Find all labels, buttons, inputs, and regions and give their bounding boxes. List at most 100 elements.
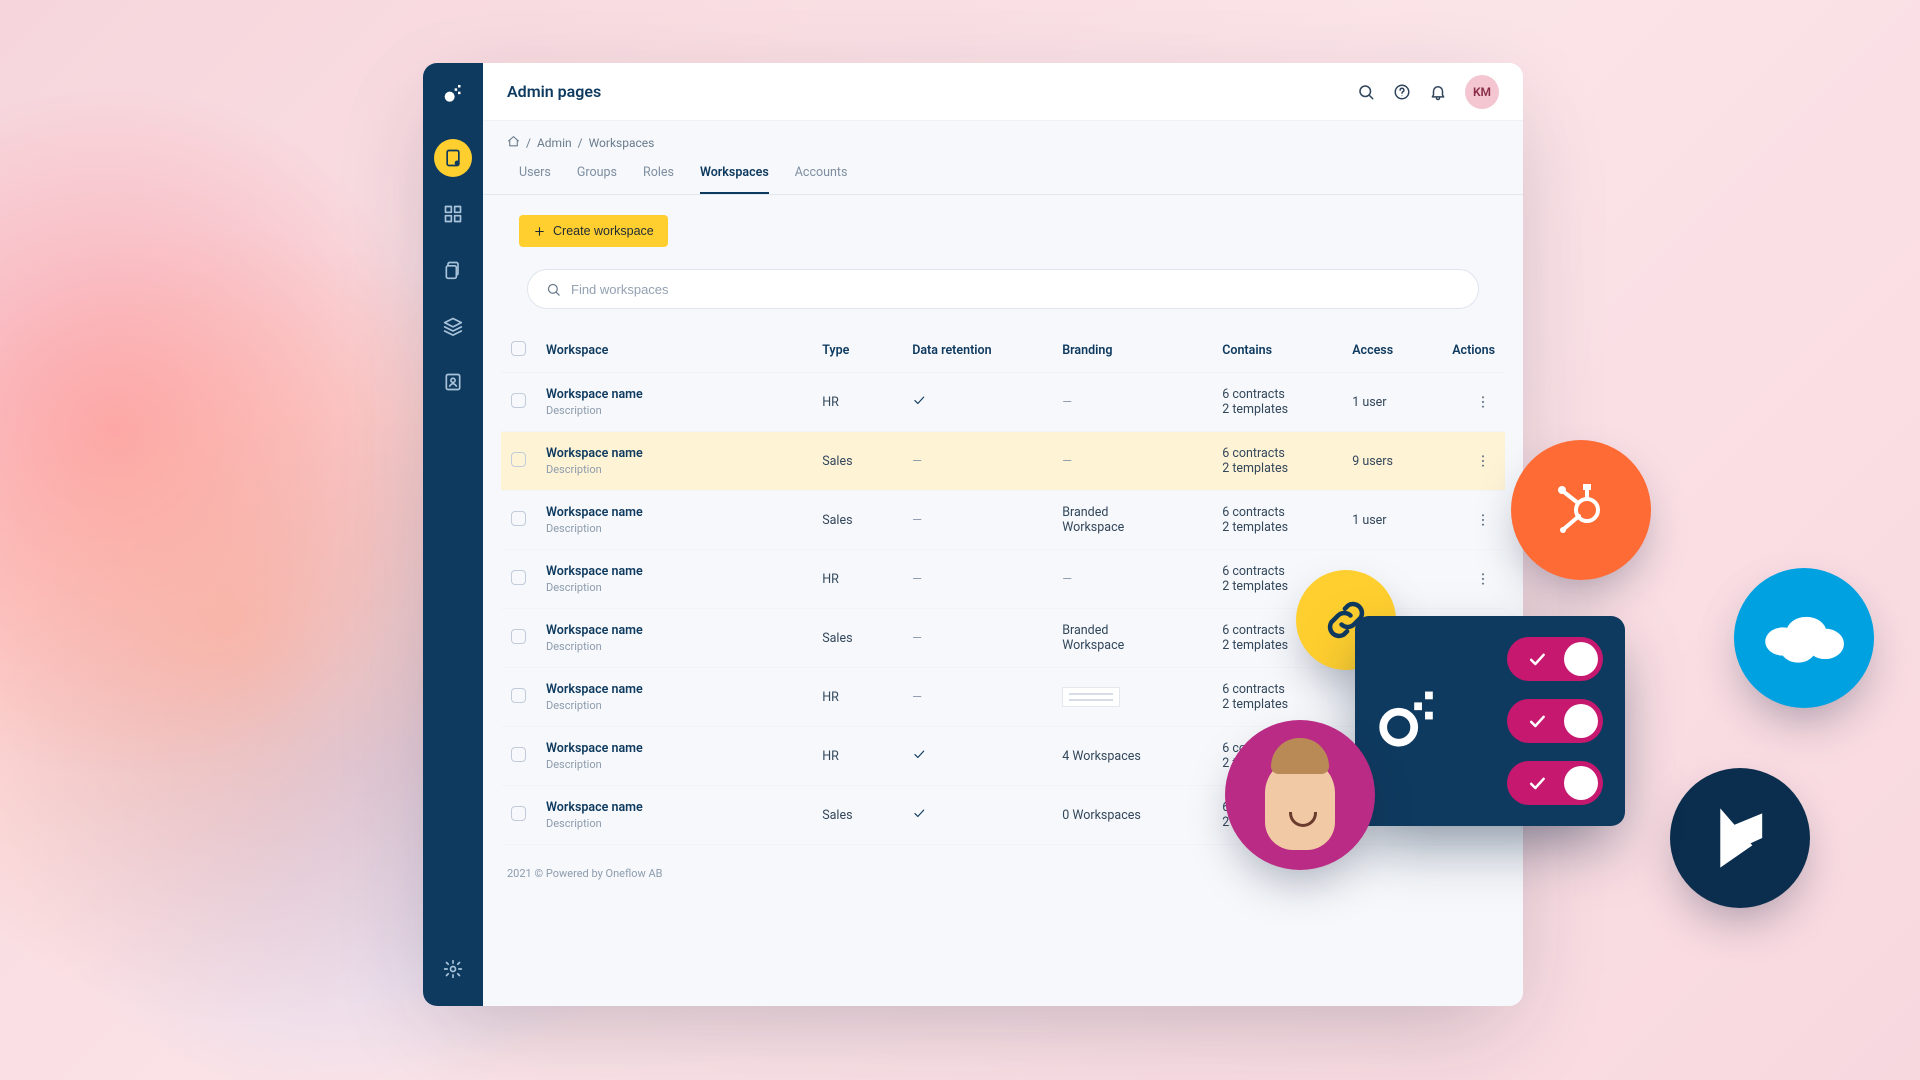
hubspot-icon [1511, 440, 1651, 580]
cell-branding: — [1052, 432, 1212, 491]
workspace-name: Workspace name [546, 800, 802, 815]
cell-contains: 6 contracts2 templates [1212, 668, 1342, 727]
tab-workspaces[interactable]: Workspaces [700, 165, 769, 194]
col-branding: Branding [1052, 329, 1212, 373]
cell-retention: — [902, 432, 1052, 491]
breadcrumb: / Admin / Workspaces [483, 121, 1523, 151]
cell-contains: 6 contracts2 templates [1212, 432, 1342, 491]
sidebar-settings[interactable] [434, 950, 472, 988]
row-checkbox[interactable] [511, 511, 526, 526]
breadcrumb-workspaces[interactable]: Workspaces [589, 136, 655, 150]
col-actions: Actions [1442, 329, 1505, 373]
cell-contains: 6 contracts2 templates [1212, 373, 1342, 432]
cell-type: Sales [812, 491, 902, 550]
dynamics-icon [1670, 768, 1810, 908]
cell-retention: — [902, 491, 1052, 550]
workspace-name: Workspace name [546, 505, 802, 520]
row-checkbox[interactable] [511, 747, 526, 762]
search-input-wrapper[interactable] [527, 269, 1479, 309]
cell-branding: — [1052, 373, 1212, 432]
plus-icon [533, 225, 546, 238]
sidebar-contacts[interactable] [434, 363, 472, 401]
topbar: Admin pages KM [483, 63, 1523, 121]
select-all-checkbox[interactable] [511, 341, 526, 356]
workspace-name: Workspace name [546, 741, 802, 756]
tabs: Users Groups Roles Workspaces Accounts [483, 151, 1523, 195]
cell-branding: 4 Workspaces [1052, 727, 1212, 786]
row-checkbox[interactable] [511, 688, 526, 703]
sidebar-admin[interactable] [434, 139, 472, 177]
toggle-1[interactable] [1507, 637, 1603, 681]
cell-type: Sales [812, 432, 902, 491]
cell-branding: — [1052, 550, 1212, 609]
cell-retention [902, 727, 1052, 786]
workspace-name: Workspace name [546, 446, 802, 461]
cell-retention [902, 373, 1052, 432]
workspace-name: Workspace name [546, 623, 802, 638]
col-access: Access [1342, 329, 1442, 373]
sidebar-dashboard[interactable] [434, 195, 472, 233]
row-checkbox[interactable] [511, 570, 526, 585]
sidebar-documents[interactable] [434, 251, 472, 289]
row-checkbox[interactable] [511, 393, 526, 408]
create-workspace-button[interactable]: Create workspace [519, 215, 668, 247]
cell-retention [902, 786, 1052, 845]
row-actions-menu[interactable] [1471, 390, 1495, 414]
cell-retention: — [902, 668, 1052, 727]
breadcrumb-admin[interactable]: Admin [537, 136, 572, 150]
cell-branding [1052, 668, 1212, 727]
toggle-card [1355, 616, 1625, 826]
workspace-name: Workspace name [546, 564, 802, 579]
avatar[interactable]: KM [1465, 75, 1499, 109]
sidebar-layers[interactable] [434, 307, 472, 345]
cell-retention: — [902, 550, 1052, 609]
tab-accounts[interactable]: Accounts [795, 165, 848, 194]
toggle-3[interactable] [1507, 761, 1603, 805]
cell-type: HR [812, 727, 902, 786]
table-row[interactable]: Workspace nameDescriptionHR—6 contracts2… [501, 373, 1505, 432]
search-input[interactable] [571, 282, 1460, 297]
tab-users[interactable]: Users [519, 165, 551, 194]
row-checkbox[interactable] [511, 629, 526, 644]
col-contains: Contains [1212, 329, 1342, 373]
branding-thumb [1062, 687, 1120, 707]
magnifier-icon [546, 282, 561, 297]
row-checkbox[interactable] [511, 452, 526, 467]
cell-type: HR [812, 668, 902, 727]
app-window: Admin pages KM / Admin / Workspaces User… [423, 63, 1523, 1006]
toggle-2[interactable] [1507, 699, 1603, 743]
table-row[interactable]: Workspace nameDescriptionSales—BrandedWo… [501, 491, 1505, 550]
row-actions-menu[interactable] [1471, 449, 1495, 473]
cell-branding: BrandedWorkspace [1052, 491, 1212, 550]
brand-logo-small [1377, 690, 1439, 752]
cell-branding: BrandedWorkspace [1052, 609, 1212, 668]
cell-contains: 6 contracts2 templates [1212, 491, 1342, 550]
row-actions-menu[interactable] [1471, 567, 1495, 591]
row-actions-menu[interactable] [1471, 508, 1495, 532]
brand-logo [437, 79, 469, 111]
cell-branding: 0 Workspaces [1052, 786, 1212, 845]
page-title: Admin pages [507, 82, 601, 101]
home-icon[interactable] [507, 135, 520, 151]
cell-type: Sales [812, 609, 902, 668]
salesforce-icon [1734, 568, 1874, 708]
help-icon[interactable] [1393, 83, 1411, 101]
tab-groups[interactable]: Groups [577, 165, 617, 194]
search-icon[interactable] [1357, 83, 1375, 101]
cell-type: HR [812, 373, 902, 432]
row-checkbox[interactable] [511, 806, 526, 821]
cell-type: Sales [812, 786, 902, 845]
cell-access: 1 user [1342, 373, 1442, 432]
workspace-name: Workspace name [546, 387, 802, 402]
sidebar [423, 63, 483, 1006]
cell-access: 9 users [1342, 432, 1442, 491]
col-retention: Data retention [902, 329, 1052, 373]
col-type: Type [812, 329, 902, 373]
table-row[interactable]: Workspace nameDescriptionSales——6 contra… [501, 432, 1505, 491]
col-workspace: Workspace [536, 329, 812, 373]
person-avatar [1225, 720, 1375, 870]
footer-text: 2021 © Powered by Oneflow AB [483, 845, 1523, 902]
tab-roles[interactable]: Roles [643, 165, 674, 194]
cell-retention: — [902, 609, 1052, 668]
bell-icon[interactable] [1429, 83, 1447, 101]
